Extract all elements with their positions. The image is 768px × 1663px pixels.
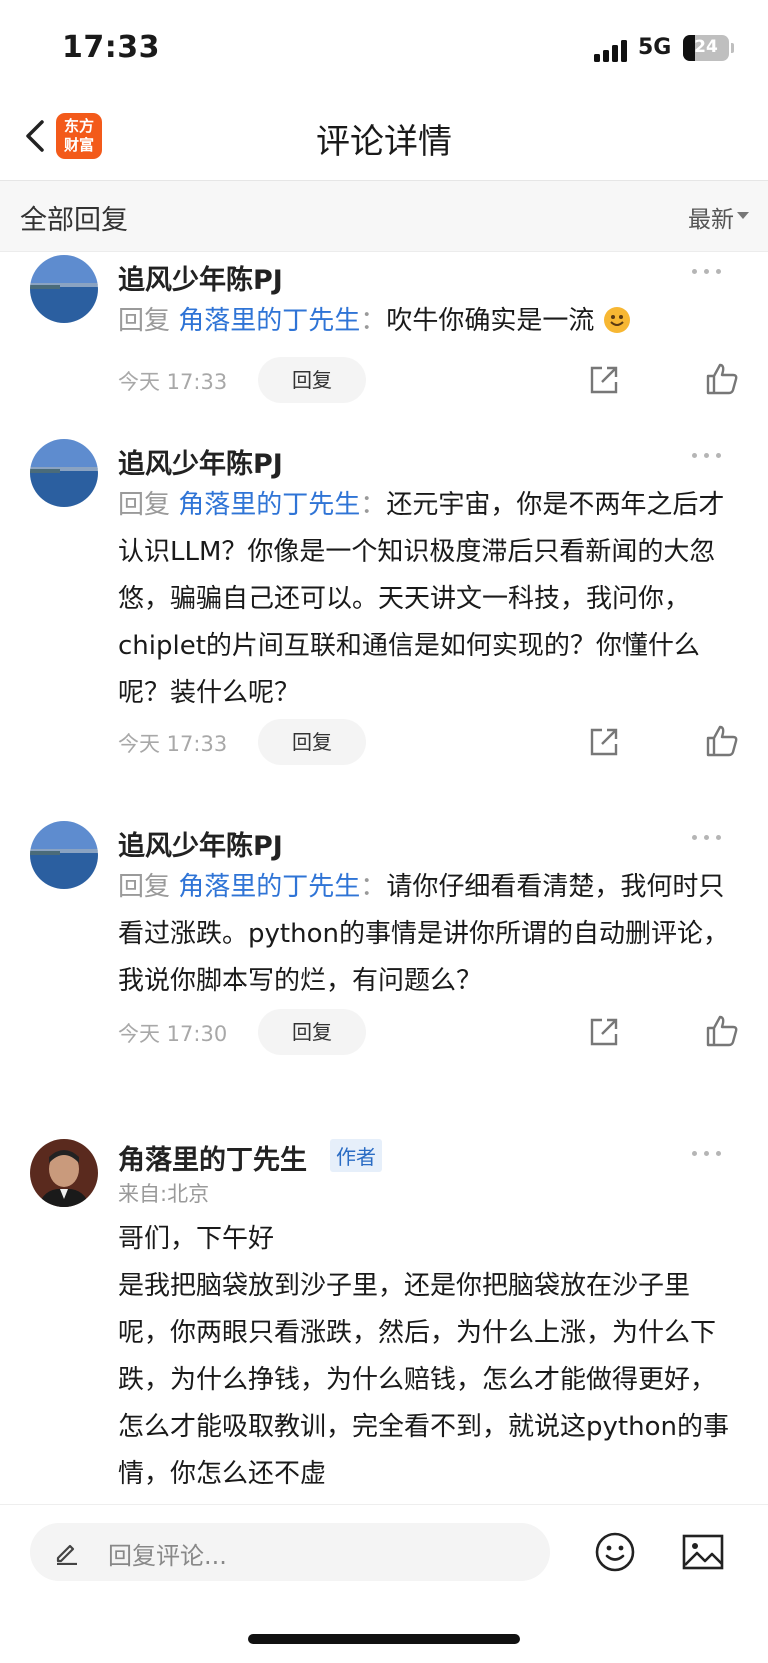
comment-text: 吹牛你确实是一流: [386, 306, 595, 336]
battery-level: 24: [694, 37, 718, 57]
mention-link[interactable]: 角落里的丁先生: [178, 490, 360, 520]
colon: ：: [360, 306, 387, 336]
battery-icon: 24: [683, 35, 729, 61]
reply-button[interactable]: 回复: [258, 357, 366, 403]
reply-bar: 回复评论...: [0, 1504, 768, 1605]
more-icon[interactable]: [692, 833, 724, 843]
battery-tip: [731, 43, 734, 53]
mention-link[interactable]: 角落里的丁先生: [178, 306, 360, 336]
thumbs-up-icon[interactable]: [705, 1014, 739, 1048]
comment-item: 追风少年陈PJ 回复 角落里的丁先生：还元宇宙，你是不两年之后才认识LLM？你像…: [0, 436, 768, 796]
comment-body: 回复 角落里的丁先生：吹牛你确实是一流: [118, 298, 734, 345]
comment-body: 回复 角落里的丁先生：还元宇宙，你是不两年之后才认识LLM？你像是一个知识极度滞…: [118, 482, 734, 717]
comment-author[interactable]: 追风少年陈PJ: [118, 442, 283, 481]
comment-author[interactable]: 追风少年陈PJ: [118, 824, 283, 863]
comment-item: 角落里的丁先生 作者 来自:北京 哥们，下午好 是我把脑袋放到沙子里，还是你把脑…: [0, 1134, 768, 1504]
reply-prefix: 回复: [118, 490, 171, 520]
share-icon[interactable]: [588, 1016, 620, 1048]
comment-author[interactable]: 角落里的丁先生: [118, 1138, 307, 1177]
comment-body: 哥们，下午好 是我把脑袋放到沙子里，还是你把脑袋放在沙子里呢，你两眼只看涨跌，然…: [118, 1216, 734, 1498]
page-title: 评论详情: [316, 122, 452, 162]
chevron-down-icon[interactable]: [737, 212, 749, 219]
more-icon[interactable]: [692, 1149, 724, 1159]
thumbs-up-icon[interactable]: [705, 362, 739, 396]
avatar[interactable]: [30, 439, 98, 507]
home-indicator[interactable]: [248, 1634, 520, 1644]
nav-bar: 东方 财富 评论详情: [0, 96, 768, 181]
network-label: 5G: [638, 35, 672, 60]
pencil-icon: [54, 1539, 80, 1566]
all-replies-label: 全部回复: [20, 205, 128, 236]
comment-text: 是我把脑袋放到沙子里，还是你把脑袋放在沙子里呢，你两眼只看涨跌，然后，为什么上涨…: [118, 1271, 729, 1489]
more-icon[interactable]: [692, 267, 724, 277]
location-label: 来自:北京: [118, 1182, 210, 1206]
comment-time: 今天 17:33: [118, 370, 228, 394]
comment-time: 今天 17:33: [118, 732, 228, 756]
mention-link[interactable]: 角落里的丁先生: [178, 872, 360, 902]
reply-input[interactable]: 回复评论...: [30, 1523, 550, 1581]
comment-item: 追风少年陈PJ 回复 角落里的丁先生：请你仔细看看清楚，我何时只看过涨跌。pyt…: [0, 818, 768, 1088]
thumbs-up-icon[interactable]: [705, 724, 739, 758]
reply-button[interactable]: 回复: [258, 719, 366, 765]
status-time: 17:33: [62, 30, 160, 65]
share-icon[interactable]: [588, 726, 620, 758]
more-icon[interactable]: [692, 451, 724, 461]
reply-prefix: 回复: [118, 872, 171, 902]
colon: ：: [360, 490, 387, 520]
comment-text: 还元宇宙，你是不两年之后才认识LLM？你像是一个知识极度滞后只看新闻的大忽悠，骗…: [118, 490, 725, 708]
emoji-icon[interactable]: [594, 1531, 636, 1573]
author-badge: 作者: [330, 1139, 382, 1172]
reply-placeholder: 回复评论...: [108, 1542, 227, 1570]
avatar[interactable]: [30, 821, 98, 889]
reply-button[interactable]: 回复: [258, 1009, 366, 1055]
comment-item: 追风少年陈PJ 回复 角落里的丁先生：吹牛你确实是一流 今天 17:33 回复: [0, 252, 768, 422]
sort-dropdown[interactable]: 最新: [688, 200, 734, 234]
comment-body: 回复 角落里的丁先生：请你仔细看看清楚，我何时只看过涨跌。python的事情是讲…: [118, 864, 734, 1005]
signal-icon: [594, 40, 628, 62]
status-bar: 17:33 5G 24: [0, 0, 768, 96]
comment-author[interactable]: 追风少年陈PJ: [118, 258, 283, 297]
comment-greeting: 哥们，下午好: [118, 1224, 275, 1254]
smile-emoji-icon: [603, 307, 630, 333]
share-icon[interactable]: [588, 364, 620, 396]
image-icon[interactable]: [682, 1533, 724, 1571]
colon: ：: [360, 872, 387, 902]
avatar[interactable]: [30, 255, 98, 323]
avatar[interactable]: [30, 1139, 98, 1207]
reply-prefix: 回复: [118, 306, 171, 336]
filter-bar: 全部回复 最新: [0, 181, 768, 252]
comment-time: 今天 17:30: [118, 1022, 228, 1046]
